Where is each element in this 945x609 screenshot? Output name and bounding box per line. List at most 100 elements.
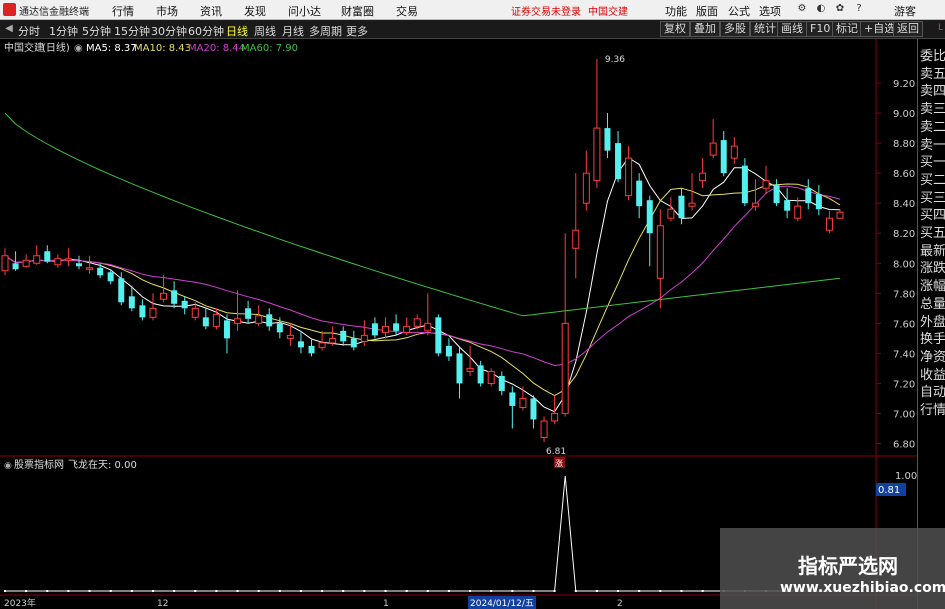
panel-item-17[interactable]: 净资 bbox=[920, 346, 945, 365]
f10-button[interactable]: F10 bbox=[806, 21, 835, 37]
signal-dot bbox=[25, 590, 28, 592]
period-1min[interactable]: 1分钟 bbox=[49, 23, 78, 39]
indicator-name: 股票指标网 bbox=[14, 458, 64, 471]
panel-item-11[interactable]: 最新 bbox=[920, 240, 945, 259]
signal-dot bbox=[173, 590, 176, 592]
panel-item-18[interactable]: 收益 bbox=[920, 364, 945, 383]
price-tick-label: 7.80 bbox=[893, 289, 915, 300]
period-weekly[interactable]: 周线 bbox=[254, 23, 276, 39]
ma60-label: MA60: 7.90 bbox=[241, 43, 298, 54]
signal-dot bbox=[680, 590, 683, 592]
panel-item-0[interactable]: 委比 bbox=[920, 45, 945, 64]
period-multi[interactable]: 多周期 bbox=[309, 23, 342, 39]
menu-zixun[interactable]: 资讯 bbox=[200, 3, 222, 19]
stock-name: 中国交建 bbox=[4, 41, 44, 54]
quote-side-panel: L 委比 卖五 卖四 卖三 卖二 卖一 买一 买二 买三 买四 买五 最新 涨跌 涨幅 总量 外盘 换手 净资 收益… bbox=[917, 23, 945, 609]
menu-gongshi[interactable]: 公式 bbox=[728, 3, 750, 19]
panel-item-2[interactable]: 卖四 bbox=[920, 80, 945, 99]
xaxis-label-1: 1 bbox=[383, 599, 389, 609]
period-monthly[interactable]: 月线 bbox=[282, 23, 304, 39]
panel-item-16[interactable]: 换手 bbox=[920, 328, 945, 347]
period-fenshi[interactable]: 分时 bbox=[18, 23, 40, 39]
panel-item-9[interactable]: 买四 bbox=[920, 204, 945, 223]
panel-item-8[interactable]: 买三 bbox=[920, 187, 945, 206]
skin-icon[interactable]: ✿ bbox=[834, 3, 846, 15]
signal-dot bbox=[638, 590, 641, 592]
candle-body bbox=[794, 205, 802, 219]
overlay-button[interactable]: 叠加 bbox=[690, 21, 720, 37]
menu-banmian[interactable]: 版面 bbox=[696, 3, 718, 19]
price-tick-label: 6.80 bbox=[893, 439, 915, 450]
candle-body bbox=[784, 200, 791, 211]
ma5-label: MA5: 8.37 bbox=[86, 43, 137, 54]
panel-item-7[interactable]: 买二 bbox=[920, 169, 945, 188]
menu-shichang[interactable]: 市场 bbox=[156, 3, 178, 19]
candle-body bbox=[593, 127, 601, 182]
panel-item-20[interactable]: 行情 bbox=[920, 399, 945, 418]
adjust-button[interactable]: 复权 bbox=[660, 21, 690, 37]
ma-toggle-icon[interactable]: ◉ bbox=[74, 43, 83, 54]
candle-body bbox=[773, 185, 780, 204]
menu-wenxiaoda[interactable]: 问小达 bbox=[288, 3, 321, 19]
candle-body bbox=[371, 323, 378, 336]
mark-button[interactable]: 标记 bbox=[832, 21, 862, 37]
settings-icon[interactable]: ⚙ bbox=[796, 3, 808, 15]
candle-body bbox=[393, 323, 400, 331]
menu-hangqing[interactable]: 行情 bbox=[112, 3, 134, 19]
candle-body bbox=[466, 367, 474, 372]
panel-item-15[interactable]: 外盘 bbox=[920, 311, 945, 330]
candle-body bbox=[424, 322, 432, 332]
chart-area[interactable]: 中国交建 (日线) ◉ MA5: 8.37 MA10: 8.43 MA20: 8… bbox=[0, 39, 917, 609]
theme-icon[interactable]: ◐ bbox=[815, 3, 827, 15]
indicator-toggle-icon[interactable]: ◉ bbox=[4, 461, 12, 471]
guest-label[interactable]: 游客 bbox=[894, 3, 916, 19]
candle-body bbox=[498, 375, 505, 391]
low-price-label: 6.81 bbox=[546, 447, 566, 457]
candle-body bbox=[435, 317, 442, 354]
period-30min[interactable]: 30分钟 bbox=[151, 23, 187, 39]
stats-button[interactable]: 统计 bbox=[750, 21, 780, 37]
period-15min[interactable]: 15分钟 bbox=[114, 23, 150, 39]
trade-login-status[interactable]: 证券交易未登录 bbox=[511, 3, 581, 18]
panel-tag-l[interactable]: L bbox=[938, 23, 943, 33]
panel-item-13[interactable]: 涨幅 bbox=[920, 275, 945, 294]
signal-dot bbox=[511, 590, 514, 592]
candle-body bbox=[22, 259, 30, 267]
candle-body bbox=[561, 322, 569, 414]
menu-faxian[interactable]: 发现 bbox=[244, 3, 266, 19]
candle-body bbox=[308, 345, 315, 354]
period-5min[interactable]: 5分钟 bbox=[82, 23, 111, 39]
menu-gongneng[interactable]: 功能 bbox=[665, 3, 687, 19]
signal-dot bbox=[257, 590, 260, 592]
menu-jiaoyi[interactable]: 交易 bbox=[396, 3, 418, 19]
signal-dot bbox=[384, 590, 387, 592]
signal-dot bbox=[4, 590, 6, 592]
panel-item-6[interactable]: 买一 bbox=[920, 151, 945, 170]
draw-button[interactable]: 画线 bbox=[777, 21, 807, 37]
panel-item-5[interactable]: 卖一 bbox=[920, 134, 945, 153]
panel-item-14[interactable]: 总量 bbox=[920, 293, 945, 312]
candle-body bbox=[487, 370, 495, 384]
indicator-line bbox=[4, 475, 840, 592]
candle-body bbox=[350, 338, 357, 348]
current-stock-link[interactable]: 中国交建 bbox=[588, 3, 628, 18]
candle-body bbox=[266, 314, 273, 327]
help-icon[interactable]: ? bbox=[853, 3, 865, 15]
signal-dot bbox=[215, 590, 218, 592]
panel-item-12[interactable]: 涨跌 bbox=[920, 257, 945, 276]
multi-stock-button[interactable]: 多股 bbox=[720, 21, 750, 37]
period-60min[interactable]: 60分钟 bbox=[188, 23, 224, 39]
period-daily[interactable]: 日线 bbox=[226, 23, 248, 39]
panel-item-4[interactable]: 卖二 bbox=[920, 116, 945, 135]
back-arrow-icon[interactable]: ◀ bbox=[3, 23, 15, 35]
period-more[interactable]: 更多 bbox=[346, 23, 368, 39]
menu-caifuquan[interactable]: 财富圈 bbox=[341, 3, 374, 19]
return-button[interactable]: 返回 bbox=[893, 21, 923, 37]
panel-item-1[interactable]: 卖五 bbox=[920, 63, 945, 82]
panel-item-3[interactable]: 卖三 bbox=[920, 98, 945, 117]
ma20-label: MA20: 8.44 bbox=[188, 43, 245, 54]
panel-item-19[interactable]: 自动 bbox=[920, 381, 945, 400]
panel-item-10[interactable]: 买五 bbox=[920, 222, 945, 241]
menu-xuanxiang[interactable]: 选项 bbox=[759, 3, 781, 19]
candle-body bbox=[318, 342, 326, 348]
